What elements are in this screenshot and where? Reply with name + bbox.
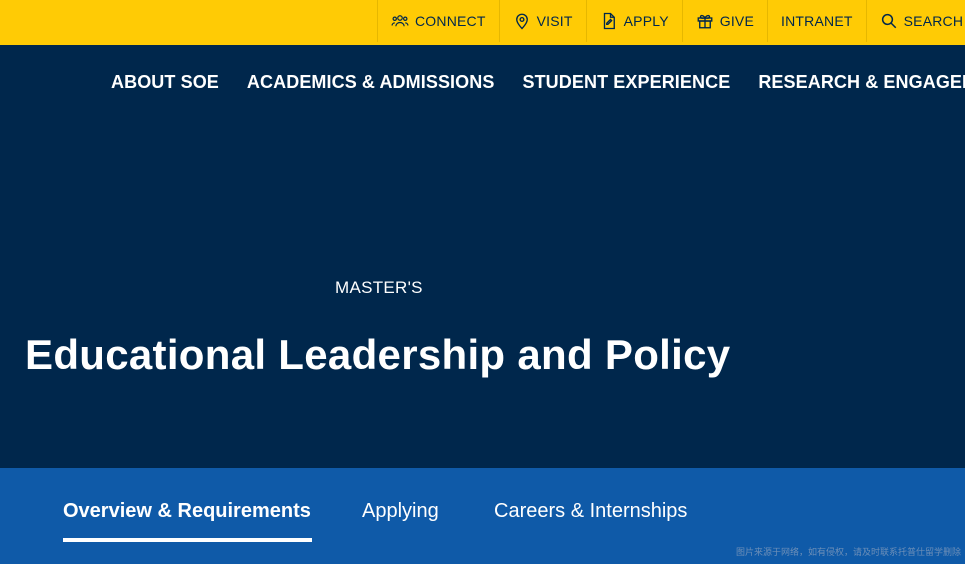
section-tabs: Overview & Requirements Applying Careers…	[0, 468, 965, 564]
document-icon	[603, 12, 615, 30]
page-title: Educational Leadership and Policy	[25, 331, 731, 378]
tab-overview-requirements[interactable]: Overview & Requirements	[63, 500, 311, 523]
utility-intranet-link[interactable]: INTRANET	[767, 0, 866, 42]
utility-give-label: GIVE	[719, 13, 755, 29]
utility-visit-label: VISIT	[536, 13, 573, 29]
utility-visit-link[interactable]: VISIT	[498, 0, 586, 42]
search-icon	[881, 13, 896, 29]
nav-item-student-experience[interactable]: STUDENT EXPERIENCE	[522, 72, 730, 93]
watermark-text: 图片来源于网络，如有侵权，请及时联系托普仕留学删除	[735, 547, 961, 557]
utility-apply-link[interactable]: APPLY	[585, 0, 682, 42]
utility-give-link[interactable]: GIVE	[681, 0, 767, 42]
utility-search-button[interactable]: SEARCH	[865, 0, 965, 42]
people-icon	[391, 15, 409, 27]
main-nav: ABOUT SOE ACADEMICS & ADMISSIONS STUDENT…	[0, 45, 965, 125]
gift-icon	[697, 14, 713, 29]
nav-item-about-soe[interactable]: ABOUT SOE	[111, 72, 219, 93]
tab-careers-internships[interactable]: Careers & Internships	[494, 500, 687, 523]
map-pin-icon	[515, 13, 528, 30]
tab-applying[interactable]: Applying	[362, 500, 439, 523]
nav-item-research-engagement[interactable]: RESEARCH & ENGAGEMENT	[758, 72, 965, 93]
utility-connect-label: CONNECT	[415, 13, 486, 29]
utility-apply-label: APPLY	[623, 13, 669, 29]
utility-bar: CONNECT VISIT APPLY GIVE INTRANET SEARCH	[0, 0, 965, 45]
utility-search-label: SEARCH	[903, 13, 964, 29]
hero-banner: MASTER'S Educational Leadership and Poli…	[0, 125, 965, 468]
utility-intranet-label: INTRANET	[781, 13, 853, 29]
active-tab-indicator	[63, 538, 312, 542]
nav-item-academics-admissions[interactable]: ACADEMICS & ADMISSIONS	[247, 72, 495, 93]
utility-nav: CONNECT VISIT APPLY GIVE INTRANET SEARCH	[377, 0, 965, 45]
program-type-label: MASTER'S	[335, 278, 423, 297]
utility-connect-link[interactable]: CONNECT	[377, 0, 499, 42]
